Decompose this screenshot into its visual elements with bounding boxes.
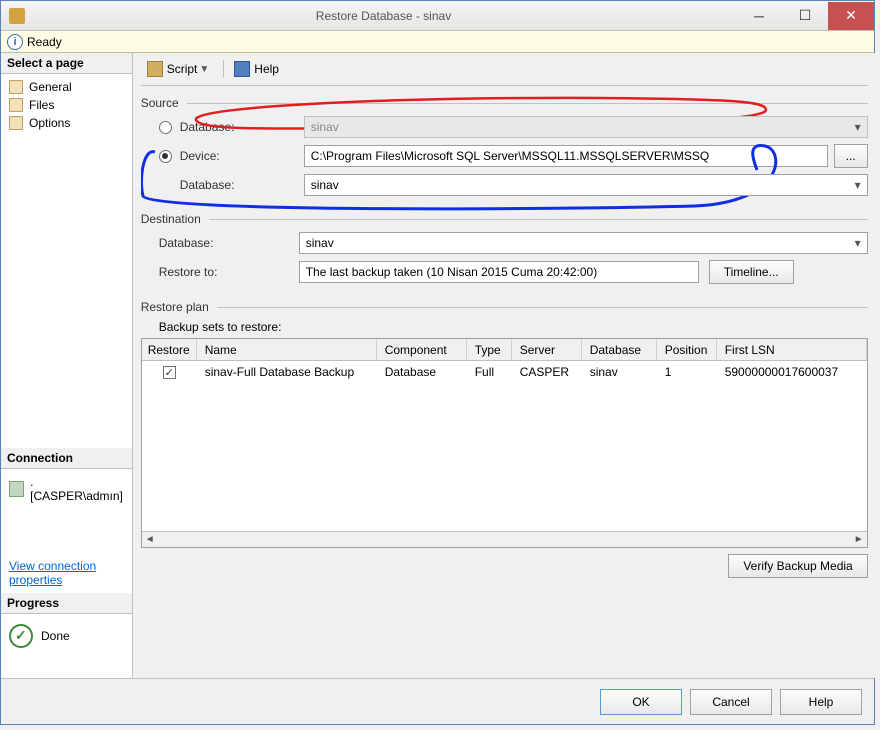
toolbar-divider	[223, 60, 224, 78]
minimize-button[interactable]: ─	[736, 2, 782, 30]
restore-to-value: The last backup taken (10 Nisan 2015 Cum…	[299, 261, 699, 283]
browse-device-button[interactable]: ...	[834, 144, 868, 168]
backup-sets-grid[interactable]: Restore Name Component Type Server Datab…	[141, 338, 868, 548]
nav-item-files[interactable]: Files	[1, 96, 132, 114]
body: Select a page General Files Options Conn…	[1, 53, 874, 678]
info-icon: i	[7, 34, 23, 50]
connection-panel: . [CASPER\admın]	[1, 469, 132, 513]
chevron-down-icon: ▼	[199, 64, 209, 75]
grid-header: Restore Name Component Type Server Datab…	[142, 339, 867, 361]
source-database-select: sinav	[304, 116, 868, 138]
titlebar: Restore Database - sinav ─ ☐ ✕	[1, 1, 874, 31]
restore-database-dialog: Restore Database - sinav ─ ☐ ✕ i Ready S…	[0, 0, 875, 725]
col-name[interactable]: Name	[197, 339, 377, 360]
source-database-value: sinav	[311, 120, 339, 134]
source-device-label: Device:	[180, 149, 304, 163]
destination-group: Destination Database: sinav Restore to: …	[141, 212, 868, 290]
source-database-label: Database:	[180, 120, 304, 134]
maximize-button[interactable]: ☐	[782, 2, 828, 30]
script-button[interactable]: Script ▼	[141, 59, 216, 79]
script-icon	[147, 61, 163, 77]
status-bar: i Ready	[1, 31, 874, 53]
cell-first-lsn: 59000000017600037	[717, 363, 867, 381]
horizontal-scrollbar[interactable]: ◄ ►	[142, 531, 867, 547]
destination-database-label: Database:	[159, 236, 299, 250]
page-icon	[9, 98, 23, 112]
scroll-left-icon[interactable]: ◄	[142, 534, 158, 545]
ok-button[interactable]: OK	[600, 689, 682, 715]
cell-name: sinav-Full Database Backup	[197, 363, 377, 381]
window-controls: ─ ☐ ✕	[736, 2, 874, 30]
col-server[interactable]: Server	[512, 339, 582, 360]
source-device-radio[interactable]	[159, 150, 172, 163]
device-database-select[interactable]: sinav	[304, 174, 868, 196]
dialog-buttons: OK Cancel Help	[1, 678, 874, 724]
col-restore[interactable]: Restore	[142, 339, 197, 360]
progress-panel: Done	[1, 614, 132, 658]
cell-server: CASPER	[512, 363, 582, 381]
page-nav: General Files Options	[1, 74, 132, 136]
destination-title: Destination	[141, 212, 201, 226]
cell-type: Full	[467, 363, 512, 381]
nav-item-label: General	[29, 80, 72, 94]
main-panel: Script ▼ Help Source	[133, 53, 876, 678]
source-device-path-input[interactable]	[304, 145, 828, 167]
col-first-lsn[interactable]: First LSN	[717, 339, 867, 360]
backup-sets-label: Backup sets to restore:	[141, 320, 868, 334]
nav-item-general[interactable]: General	[1, 78, 132, 96]
nav-item-options[interactable]: Options	[1, 114, 132, 132]
progress-status: Done	[41, 629, 70, 643]
sidebar-header: Select a page	[1, 53, 132, 74]
cell-position: 1	[657, 363, 717, 381]
restore-to-label: Restore to:	[159, 265, 299, 279]
cancel-button[interactable]: Cancel	[690, 689, 772, 715]
scroll-right-icon[interactable]: ►	[851, 534, 867, 545]
restore-plan-title: Restore plan	[141, 300, 209, 314]
sidebar: Select a page General Files Options Conn…	[1, 53, 133, 678]
connection-header: Connection	[1, 448, 132, 469]
restore-plan-group: Restore plan Backup sets to restore: Res…	[141, 300, 868, 674]
page-icon	[9, 80, 23, 94]
device-database-value: sinav	[311, 178, 339, 192]
source-title: Source	[141, 96, 179, 110]
connection-value: . [CASPER\admın]	[30, 475, 124, 503]
help-icon	[234, 61, 250, 77]
cell-database: sinav	[582, 363, 657, 381]
verify-backup-media-button[interactable]: Verify Backup Media	[728, 554, 867, 578]
source-database-radio[interactable]	[159, 121, 172, 134]
help-label: Help	[254, 62, 279, 76]
col-type[interactable]: Type	[467, 339, 512, 360]
timeline-button[interactable]: Timeline...	[709, 260, 794, 284]
cell-component: Database	[377, 363, 467, 381]
restore-checkbox[interactable]	[163, 366, 176, 379]
destination-database-select[interactable]: sinav	[299, 232, 868, 254]
help-button[interactable]: Help	[228, 59, 285, 79]
view-connection-properties-link[interactable]: View connection properties	[1, 553, 132, 593]
window-title: Restore Database - sinav	[31, 9, 736, 23]
source-group: Source Database: sinav	[141, 96, 868, 202]
nav-item-label: Files	[29, 98, 54, 112]
nav-item-label: Options	[29, 116, 70, 130]
status-text: Ready	[27, 35, 62, 49]
script-label: Script	[167, 62, 198, 76]
destination-database-value: sinav	[306, 236, 334, 250]
col-component[interactable]: Component	[377, 339, 467, 360]
progress-header: Progress	[1, 593, 132, 614]
device-database-label: Database:	[180, 178, 304, 192]
toolbar: Script ▼ Help	[141, 59, 868, 86]
close-button[interactable]: ✕	[828, 2, 874, 30]
col-position[interactable]: Position	[657, 339, 717, 360]
server-icon	[9, 481, 24, 497]
grid-row[interactable]: sinav-Full Database Backup Database Full…	[142, 361, 867, 383]
done-icon	[9, 624, 33, 648]
app-icon	[9, 8, 25, 24]
col-database[interactable]: Database	[582, 339, 657, 360]
help-button[interactable]: Help	[780, 689, 862, 715]
page-icon	[9, 116, 23, 130]
form-area: Source Database: sinav	[141, 96, 868, 678]
